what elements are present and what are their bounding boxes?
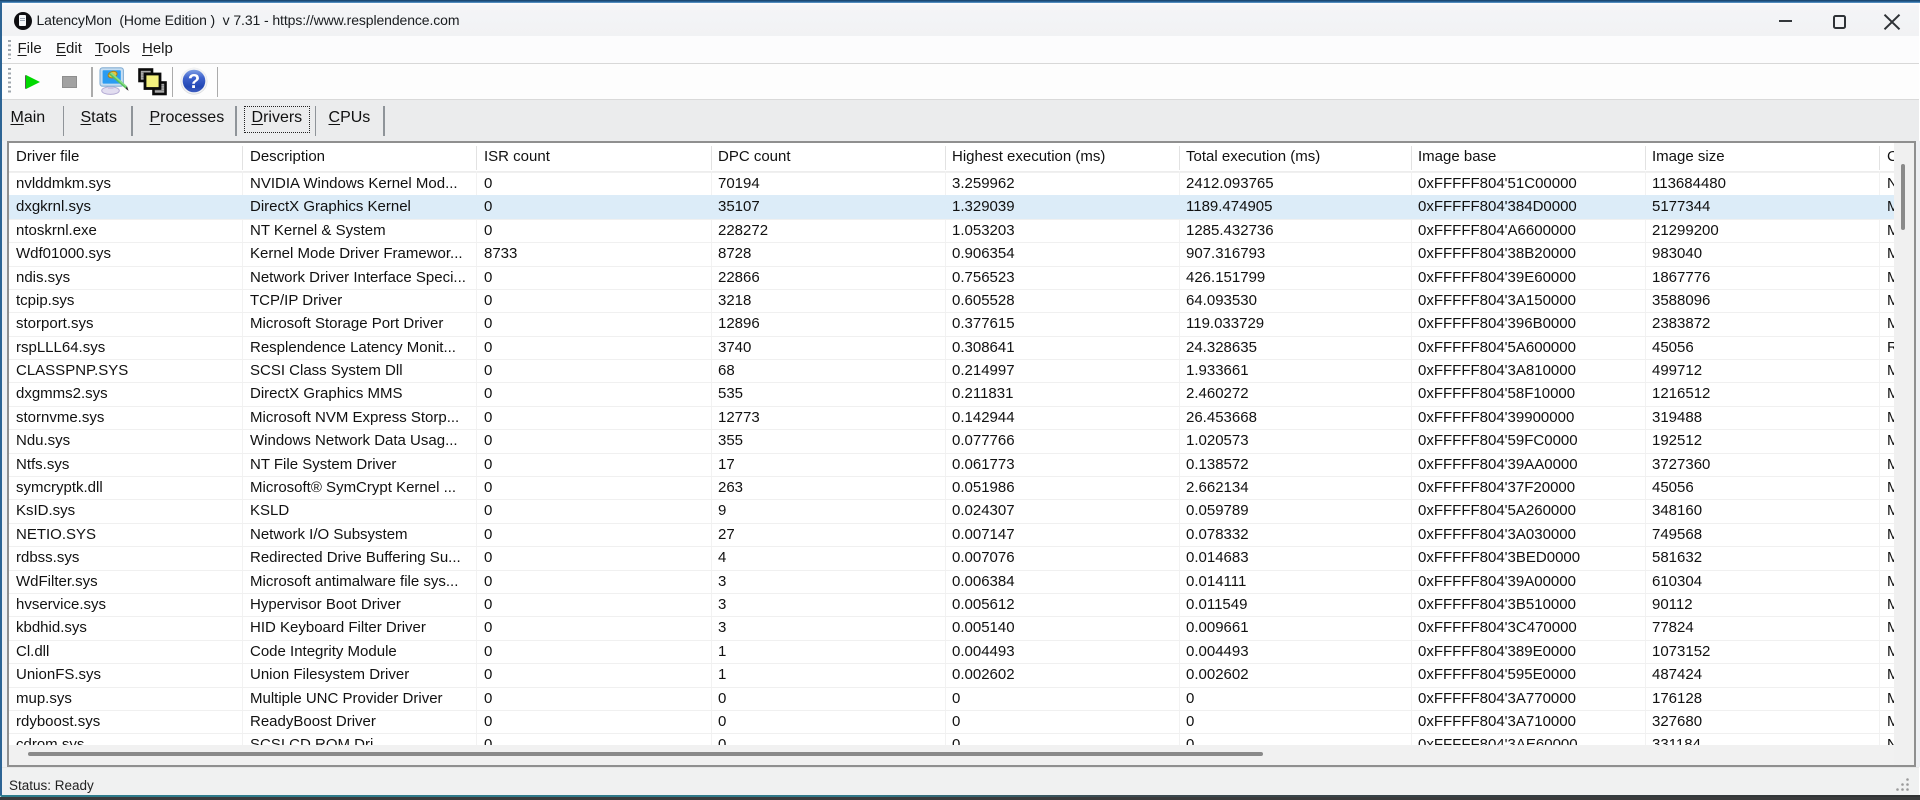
svg-text:?: ? [188, 71, 200, 93]
